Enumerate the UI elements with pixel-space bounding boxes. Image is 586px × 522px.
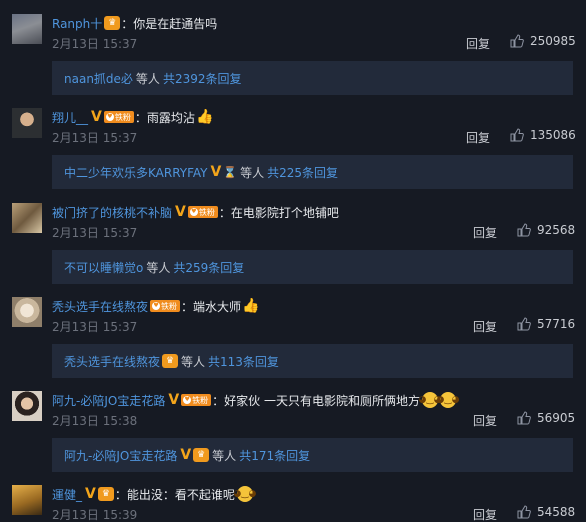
fan-badge-icon: ♥ 铁粉	[150, 300, 181, 312]
comment-time: 2月13日 15:37	[52, 320, 138, 334]
like-count: 135086	[530, 128, 576, 142]
avatar[interactable]	[12, 108, 42, 138]
comment-text: ：你是在赶通告吗	[121, 16, 218, 31]
like-count: 92568	[537, 223, 576, 237]
like-button[interactable]: 135086	[510, 128, 576, 142]
verified-v-icon: V	[180, 447, 192, 463]
verified-v-icon: V	[168, 392, 180, 408]
reply-button[interactable]: 回复	[466, 35, 490, 52]
comment-time: 2月13日 15:37	[52, 131, 138, 145]
reply-button[interactable]: 回复	[466, 129, 490, 146]
reply-count-link[interactable]: 共259条回复	[173, 259, 244, 276]
comment-time: 2月13日 15:37	[52, 37, 138, 51]
avatar[interactable]	[12, 391, 42, 421]
sub-replies-box[interactable]: 秃头选手在线熬夜 ♛ 等人 共113条回复	[52, 344, 573, 378]
thumbs-up-emoji-icon: 👍	[242, 298, 260, 314]
thumbs-up-icon	[517, 411, 531, 425]
username[interactable]: 翔儿__	[52, 109, 88, 126]
reply-count-link[interactable]: 共171条回复	[239, 447, 310, 464]
crown-badge-icon: ♛	[162, 354, 179, 368]
reply-username[interactable]: 秃头选手在线熬夜	[64, 353, 160, 370]
comment-text: ：端水大师	[181, 299, 242, 314]
reply-etc: 等人	[240, 165, 265, 180]
thumbs-up-icon	[517, 317, 531, 331]
doge-emoji-icon: ◕‿◕	[233, 486, 256, 502]
sub-replies-box[interactable]: 阿九-必陪JO宝走花路 V ♛ 等人 共171条回复	[52, 438, 573, 472]
crown-badge-icon: ♛	[193, 448, 210, 462]
like-count: 56905	[537, 411, 576, 425]
like-count: 57716	[537, 317, 576, 331]
thumbs-up-icon	[510, 128, 524, 142]
fan-badge-icon: ♥ 铁粉	[103, 111, 134, 123]
reply-etc: 等人	[181, 354, 206, 369]
reply-count-link[interactable]: 共113条回复	[208, 353, 279, 370]
username[interactable]: 阿九-必陪JO宝走花路	[52, 392, 165, 409]
comment-time: 2月13日 15:37	[52, 226, 138, 240]
thumbs-up-icon	[517, 505, 531, 519]
like-button[interactable]: 250985	[510, 34, 576, 48]
reply-username[interactable]: 中二少年欢乐多KARRYFAY	[64, 164, 208, 181]
reply-button[interactable]: 回复	[473, 506, 497, 522]
comment-text: ：好家伙 一天只有电影院和厕所俩地方	[212, 393, 420, 408]
hourglass-icon: ⌛	[223, 165, 238, 179]
comment-time: 2月13日 15:38	[52, 414, 138, 428]
crown-badge-icon: ♛	[97, 487, 114, 501]
avatar[interactable]	[12, 203, 42, 233]
reply-etc: 等人	[212, 448, 237, 463]
fan-badge-icon: ♥ 铁粉	[187, 206, 218, 218]
reply-username[interactable]: naan抓de必	[64, 70, 133, 87]
like-button[interactable]: 57716	[517, 317, 575, 331]
fan-badge-icon: ♥ 铁粉	[181, 394, 212, 406]
verified-v-icon: V	[210, 164, 222, 180]
reply-button[interactable]: 回复	[473, 412, 497, 429]
reply-username[interactable]: 不可以睡懒觉o	[64, 259, 143, 276]
thumbs-up-emoji-icon: 👍	[196, 109, 214, 125]
username[interactable]: Ranph十	[52, 15, 102, 32]
reply-button[interactable]: 回复	[473, 318, 497, 335]
thumbs-up-icon	[517, 223, 531, 237]
reply-etc: 等人	[135, 71, 160, 86]
comment-text: ：在电影院打个地铺吧	[218, 205, 339, 220]
reply-count-link[interactable]: 共2392条回复	[163, 70, 242, 87]
doge-emoji-icon: ◕‿◕	[437, 392, 459, 408]
verified-v-icon: V	[175, 204, 186, 220]
reply-count-link[interactable]: 共225条回复	[267, 164, 338, 181]
like-count: 54588	[537, 505, 576, 519]
avatar[interactable]	[12, 14, 42, 44]
username[interactable]: 被门挤了的核桃不补脑	[52, 204, 172, 221]
comment-text: ：雨露均沾	[134, 110, 195, 125]
like-count: 250985	[530, 34, 576, 48]
avatar[interactable]	[12, 485, 42, 515]
verified-v-icon: V	[85, 486, 96, 502]
like-button[interactable]: 54588	[517, 505, 575, 519]
like-button[interactable]: 56905	[517, 411, 575, 425]
crown-badge-icon: ♛	[104, 16, 121, 30]
username[interactable]: 運健_	[52, 486, 82, 503]
comment-time: 2月13日 15:39	[52, 508, 138, 522]
thumbs-up-icon	[510, 34, 524, 48]
reply-button[interactable]: 回复	[473, 224, 497, 241]
sub-replies-box[interactable]: 中二少年欢乐多KARRYFAY V ⌛ 等人 共225条回复	[52, 155, 573, 189]
sub-replies-box[interactable]: 不可以睡懒觉o 等人 共259条回复	[52, 250, 573, 284]
avatar[interactable]	[12, 297, 42, 327]
comment-text: ：能出没：看不起谁呢	[114, 487, 235, 502]
username[interactable]: 秃头选手在线熬夜	[52, 298, 148, 315]
like-button[interactable]: 92568	[517, 223, 575, 237]
sub-replies-box[interactable]: naan抓de必 等人 共2392条回复	[52, 61, 573, 95]
reply-etc: 等人	[146, 260, 171, 275]
verified-v-icon: V	[91, 109, 102, 125]
reply-username[interactable]: 阿九-必陪JO宝走花路	[64, 447, 177, 464]
